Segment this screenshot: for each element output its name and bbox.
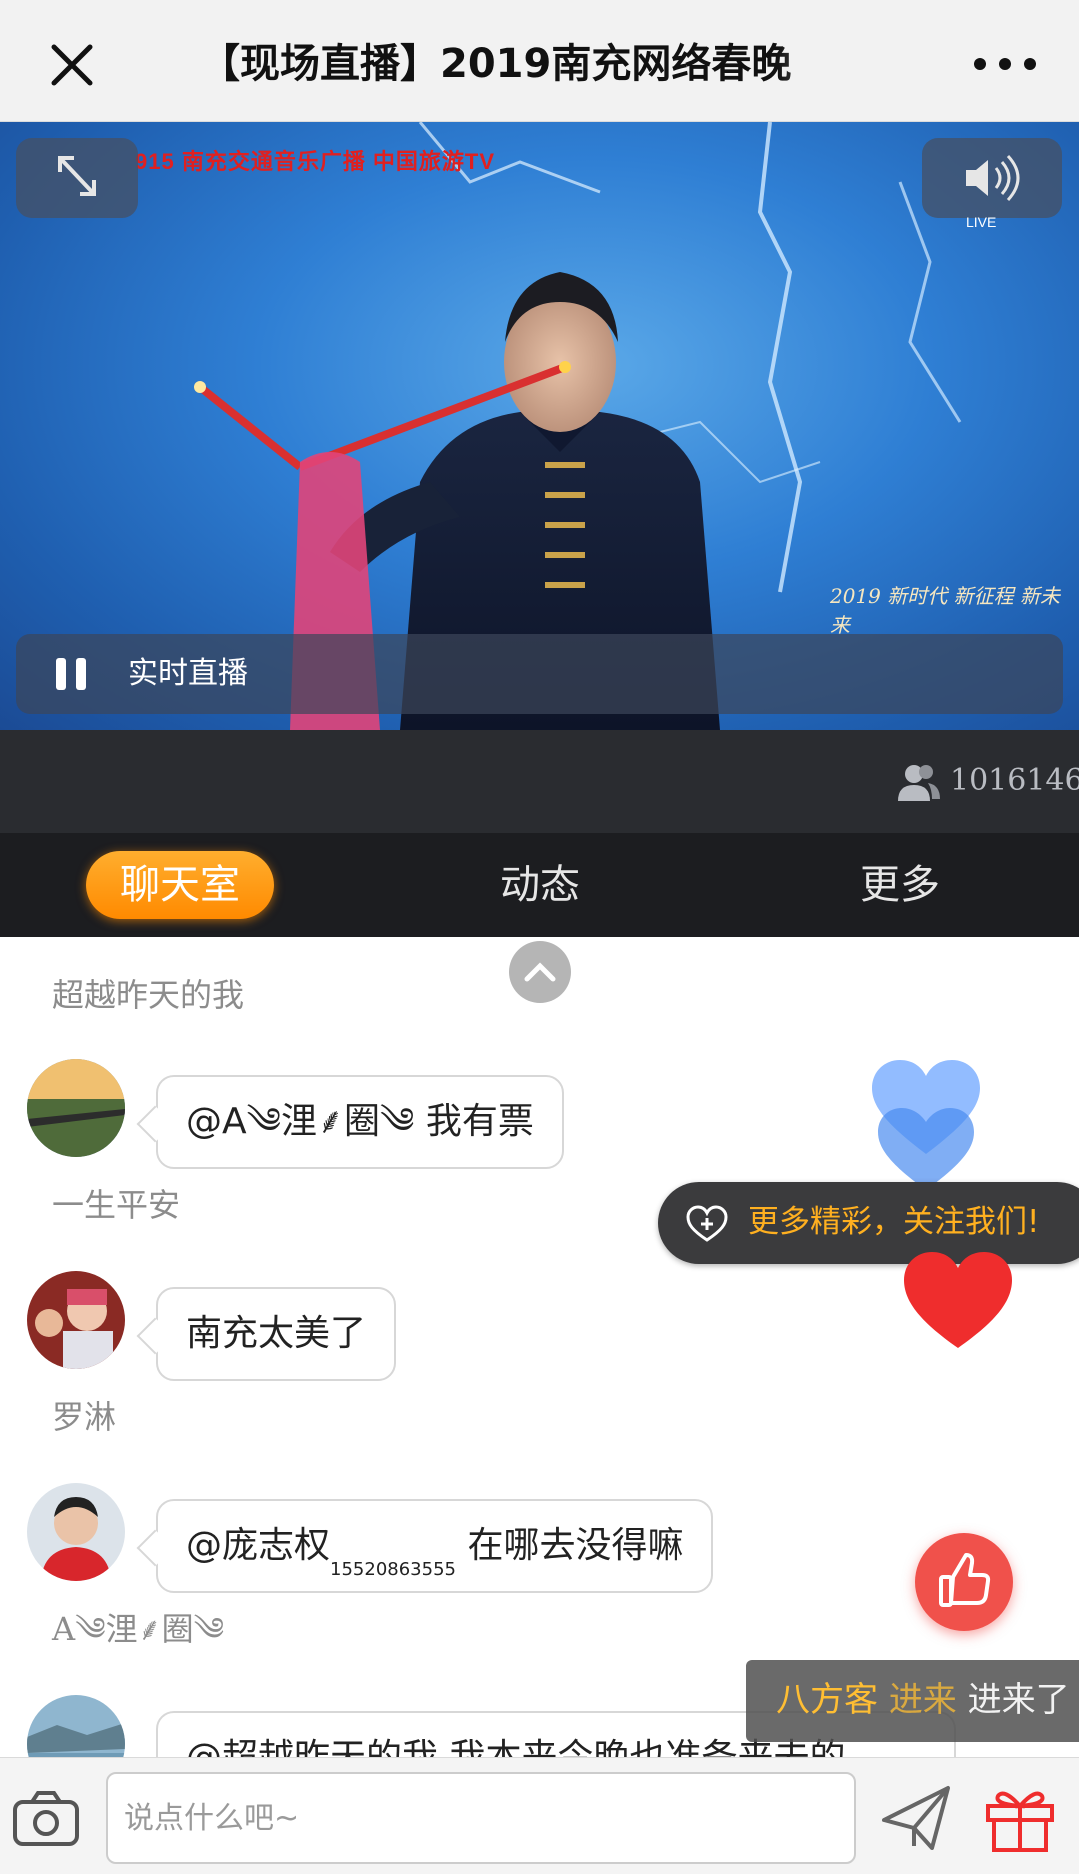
broadcaster-logos: 915 南充交通音乐广播 中国旅游TV (135, 149, 496, 174)
message-username: 一生平安 (52, 1186, 181, 1224)
avatar[interactable] (27, 1483, 125, 1581)
message-username: A༄浬⸙圈༄ (52, 1610, 225, 1648)
tab-more[interactable]: 更多 (800, 851, 1000, 919)
avatar[interactable] (27, 1059, 125, 1157)
follow-prompt-text: 更多精彩，关注我们! (748, 1204, 1040, 1240)
input-bar (0, 1757, 1079, 1874)
fullscreen-button[interactable] (16, 138, 138, 218)
more-options-icon[interactable] (970, 48, 1040, 80)
message-text: 在哪去没得嘛 (456, 1525, 684, 1566)
page-title: 【现场直播】2019南充网络春晚 (200, 41, 792, 87)
follow-prompt[interactable]: 更多精彩，关注我们! (658, 1182, 1079, 1264)
mention-phone: 15520863555 (330, 1559, 456, 1580)
message-username: 罗淋 (52, 1398, 117, 1436)
enter-text: 进来了 (967, 1680, 1070, 1720)
avatar-image (27, 1059, 125, 1157)
tab-chatroom[interactable]: 聊天室 (86, 851, 274, 919)
viewer-stats-bar: 1016146 (0, 730, 1079, 833)
viewer-count: 1016146 (950, 763, 1079, 798)
live-status-label: 实时直播 (128, 656, 248, 691)
heart-plus-icon (686, 1205, 728, 1242)
user-enter-toast: 八方客 进来 进来了 (746, 1660, 1079, 1742)
message-bubble: 南充太美了 (156, 1287, 397, 1381)
message-bubble: @庞志权15520863555 在哪去没得嘛 (156, 1499, 714, 1593)
tab-activity[interactable]: 动态 (440, 851, 640, 919)
send-icon[interactable] (880, 1784, 952, 1852)
avatar[interactable] (27, 1271, 125, 1369)
gift-icon[interactable] (984, 1782, 1056, 1854)
playback-bar: 实时直播 (16, 634, 1063, 714)
floating-heart-icon (872, 1060, 980, 1190)
speaker-icon (966, 154, 1020, 202)
mention-text: @庞志权 (186, 1525, 331, 1566)
nav-bar: 【现场直播】2019南充网络春晚 (0, 0, 1079, 122)
chat-input[interactable] (106, 1772, 856, 1864)
like-button[interactable] (915, 1533, 1013, 1631)
expand-icon (58, 156, 96, 196)
event-logo: 2019 新时代 新征程 新未来 (830, 584, 1060, 637)
live-tag: LIVE (966, 214, 997, 230)
avatar-image (27, 1271, 125, 1369)
enter-username: 八方客 (776, 1680, 878, 1720)
message-bubble: @A༄浬⸙圈༄ 我有票 (156, 1075, 564, 1169)
close-icon[interactable] (42, 35, 102, 95)
volume-button[interactable] (922, 138, 1062, 218)
tab-bar: 聊天室 动态 更多 (0, 833, 1079, 937)
thumbs-up-icon (939, 1553, 991, 1607)
floating-heart-icon (904, 1252, 1012, 1348)
enter-text-fading: 进来 (888, 1680, 957, 1720)
video-player[interactable]: 915 南充交通音乐广播 中国旅游TV 2019 新时代 新征程 新未来 LIV… (0, 122, 1079, 730)
avatar-image (27, 1695, 125, 1757)
avatar[interactable] (27, 1695, 125, 1757)
camera-icon[interactable] (12, 1788, 80, 1848)
pause-icon[interactable] (56, 658, 88, 690)
avatar-image (27, 1483, 125, 1581)
viewers-icon (898, 765, 940, 801)
scroll-up-button[interactable] (509, 941, 571, 1003)
chevron-up-icon (524, 962, 556, 982)
message-username: 超越昨天的我 (52, 976, 245, 1014)
